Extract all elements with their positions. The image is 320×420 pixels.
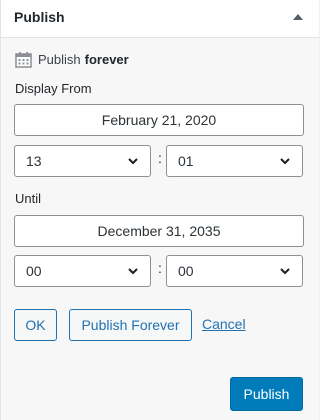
time-separator: :: [158, 150, 162, 166]
display-from-minute-select[interactable]: 01: [166, 145, 303, 177]
panel-title: Publish: [14, 9, 65, 25]
display-from-minute-value: 01: [178, 153, 194, 169]
publish-status: Publish forever: [15, 50, 129, 68]
caret-up-icon[interactable]: [293, 14, 303, 20]
chevron-down-icon: [128, 268, 138, 275]
panel-header: Publish: [1, 0, 319, 38]
publish-status-label: Publish: [38, 51, 81, 67]
publish-settings: Publish forever Display From February 21…: [1, 38, 319, 420]
ok-button[interactable]: OK: [14, 309, 57, 341]
until-hour-select[interactable]: 00: [14, 255, 151, 287]
display-from-hour-select[interactable]: 13: [14, 145, 151, 177]
display-from-date-input[interactable]: February 21, 2020: [14, 104, 304, 136]
calendar-icon: [15, 51, 32, 68]
display-from-label: Display From: [15, 81, 92, 96]
publish-status-value: forever: [84, 51, 129, 67]
publish-button[interactable]: Publish: [230, 377, 303, 411]
until-hour-value: 00: [26, 263, 42, 279]
until-minute-select[interactable]: 00: [166, 255, 303, 287]
chevron-down-icon: [280, 268, 290, 275]
cancel-link[interactable]: Cancel: [202, 316, 246, 332]
publish-panel: Publish Publish forever Display From Feb…: [0, 0, 319, 420]
until-label: Until: [15, 191, 42, 206]
until-date-input[interactable]: December 31, 2035: [14, 215, 304, 247]
until-minute-value: 00: [178, 263, 194, 279]
chevron-down-icon: [128, 158, 138, 165]
time-separator: :: [158, 260, 162, 276]
display-from-hour-value: 13: [26, 153, 42, 169]
publish-forever-button[interactable]: Publish Forever: [69, 309, 192, 341]
chevron-down-icon: [280, 158, 290, 165]
